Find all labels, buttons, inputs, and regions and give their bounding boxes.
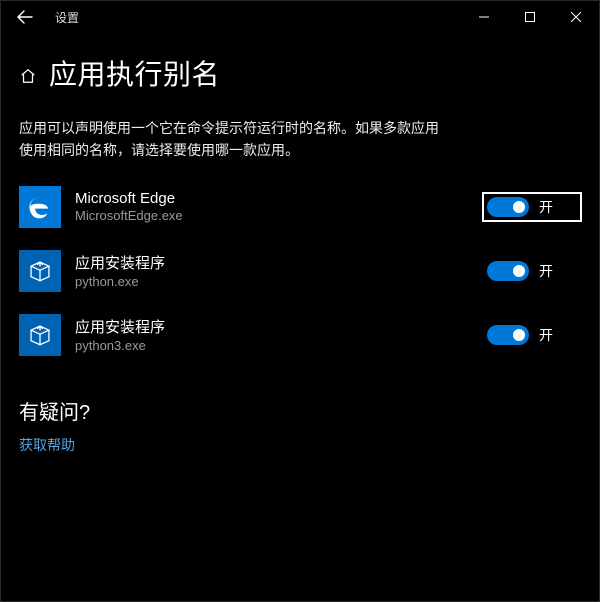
minimize-icon [479,12,489,22]
toggle-track-icon [487,325,529,345]
page-description: 应用可以声明使用一个它在命令提示符运行时的名称。如果多款应用使用相同的名称，请选… [19,117,439,162]
back-button[interactable] [1,1,49,33]
app-file: python3.exe [75,338,483,353]
page-title: 应用执行别名 [49,53,220,93]
maximize-button[interactable] [507,1,553,33]
box-glyph-icon [27,258,53,284]
heading-row: 应用执行别名 [19,53,581,93]
list-item: 应用安装程序 python3.exe 开 [19,314,581,356]
window-controls [461,1,599,33]
app-name: 应用安装程序 [75,252,483,273]
toggle-track-icon [487,197,529,217]
app-name: Microsoft Edge [75,190,483,207]
toggle-label: 开 [539,261,553,281]
app-list: Microsoft Edge MicrosoftEdge.exe 开 应用安装程… [19,186,581,356]
app-file: python.exe [75,274,483,289]
toggle-label: 开 [539,197,553,217]
home-button[interactable] [19,67,37,85]
get-help-link[interactable]: 获取帮助 [19,435,581,455]
home-icon [19,67,37,85]
close-button[interactable] [553,1,599,33]
edge-glyph-icon [27,194,53,220]
minimize-button[interactable] [461,1,507,33]
toggle-switch[interactable]: 开 [483,193,581,221]
installer-icon [19,250,61,292]
list-item: 应用安装程序 python.exe 开 [19,250,581,292]
app-info: 应用安装程序 python3.exe [75,316,483,353]
toggle-label: 开 [539,325,553,345]
content: 应用执行别名 应用可以声明使用一个它在命令提示符运行时的名称。如果多款应用使用相… [1,33,599,471]
help-heading: 有疑问? [19,396,581,425]
toggle-switch[interactable]: 开 [483,321,581,349]
box-glyph-icon [27,322,53,348]
close-icon [571,12,581,22]
toggle-switch[interactable]: 开 [483,257,581,285]
app-name: 应用安装程序 [75,316,483,337]
maximize-icon [525,12,535,22]
titlebar-left: 设置 [1,1,79,33]
back-arrow-icon [17,9,33,25]
app-file: MicrosoftEdge.exe [75,208,483,223]
app-info: 应用安装程序 python.exe [75,252,483,289]
window-title: 设置 [55,9,79,26]
titlebar: 设置 [1,1,599,33]
app-info: Microsoft Edge MicrosoftEdge.exe [75,190,483,223]
toggle-track-icon [487,261,529,281]
installer-icon [19,314,61,356]
list-item: Microsoft Edge MicrosoftEdge.exe 开 [19,186,581,228]
edge-icon [19,186,61,228]
